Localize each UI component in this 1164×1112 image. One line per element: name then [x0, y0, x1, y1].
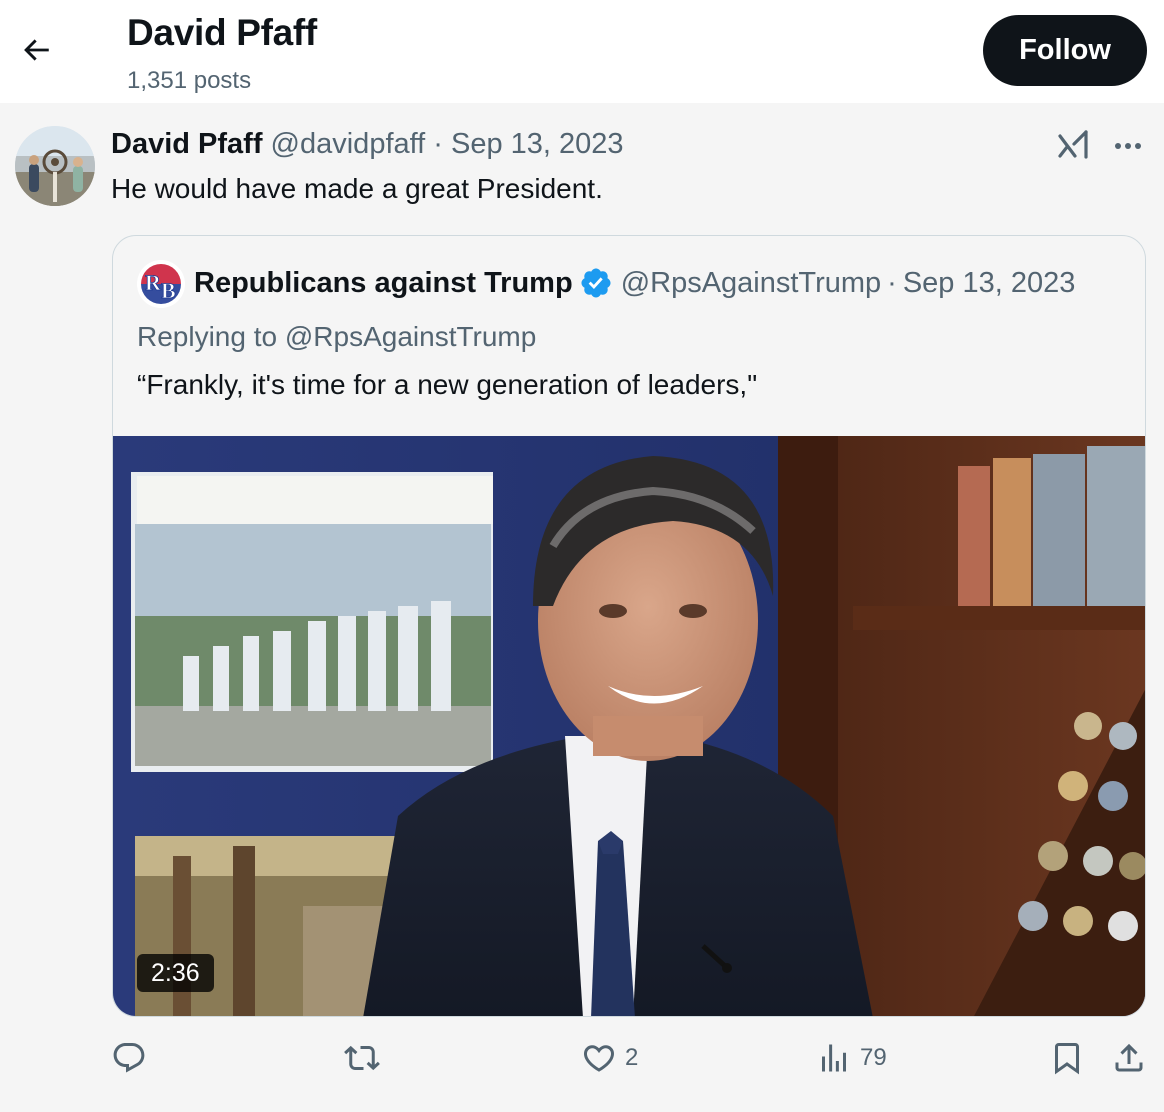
back-button[interactable]: [16, 30, 56, 70]
repost-icon: [344, 1045, 380, 1071]
video-thumbnail: [113, 436, 1145, 1016]
quote-avatar[interactable]: R B: [137, 260, 185, 308]
share-button[interactable]: [1111, 1040, 1147, 1076]
video-duration: 2:36: [137, 954, 214, 992]
quote-text: “Frankly, it's time for a new generation…: [137, 369, 758, 400]
tweet-author-name[interactable]: David Pfaff: [111, 128, 262, 160]
quote-author-name[interactable]: Republicans against Trump: [194, 267, 573, 300]
tweet-separator: ·: [433, 128, 443, 160]
back-arrow-icon: [24, 39, 49, 61]
views-icon: [822, 1044, 846, 1072]
avatar[interactable]: [15, 126, 95, 206]
tweet-header: David Pfaff @davidpfaff · Sep 13, 2023: [111, 128, 624, 161]
reply-icon: [113, 1043, 145, 1073]
like-icon: [583, 1045, 615, 1072]
posts-count: 1,351 posts: [127, 67, 252, 94]
verified-badge-icon: [581, 268, 611, 298]
replying-to: Replying to @RpsAgainstTrump: [137, 321, 537, 352]
profile-name: David Pfaff: [127, 12, 317, 53]
quoted-tweet[interactable]: R B Republicans against Trump @RpsAgains…: [112, 235, 1146, 1017]
tweet-handle[interactable]: @davidpfaff: [271, 128, 426, 160]
rb-logo-icon: R B: [137, 260, 185, 308]
video-player[interactable]: 2:36: [113, 436, 1145, 1016]
svg-text:R: R: [145, 270, 162, 295]
bookmark-icon: [1055, 1043, 1079, 1075]
more-icon[interactable]: [1110, 130, 1146, 162]
avatar-photo: [15, 126, 95, 206]
like-button[interactable]: 2: [581, 1040, 638, 1076]
svg-text:B: B: [161, 278, 176, 303]
grok-icon[interactable]: [1056, 128, 1092, 164]
tweet-text: He would have made a great President.: [111, 173, 603, 204]
like-count: 2: [625, 1044, 639, 1071]
follow-button[interactable]: Follow: [983, 15, 1147, 86]
share-icon: [1115, 1043, 1143, 1072]
tweet-date[interactable]: Sep 13, 2023: [451, 128, 624, 160]
tweet-actions: 2 79: [0, 1030, 1164, 1100]
quote-separator: ·: [887, 266, 897, 299]
quote-handle[interactable]: @RpsAgainstTrump: [621, 267, 881, 300]
repost-button[interactable]: [344, 1040, 388, 1076]
quote-header: Republicans against Trump @RpsAgainstTru…: [194, 266, 1075, 300]
views-button[interactable]: 79: [816, 1040, 887, 1076]
profile-header: David Pfaff 1,351 posts Follow: [0, 0, 1164, 103]
reply-button[interactable]: [111, 1040, 155, 1076]
quote-date[interactable]: Sep 13, 2023: [903, 267, 1076, 300]
views-count: 79: [860, 1044, 887, 1071]
bookmark-button[interactable]: [1049, 1040, 1085, 1076]
